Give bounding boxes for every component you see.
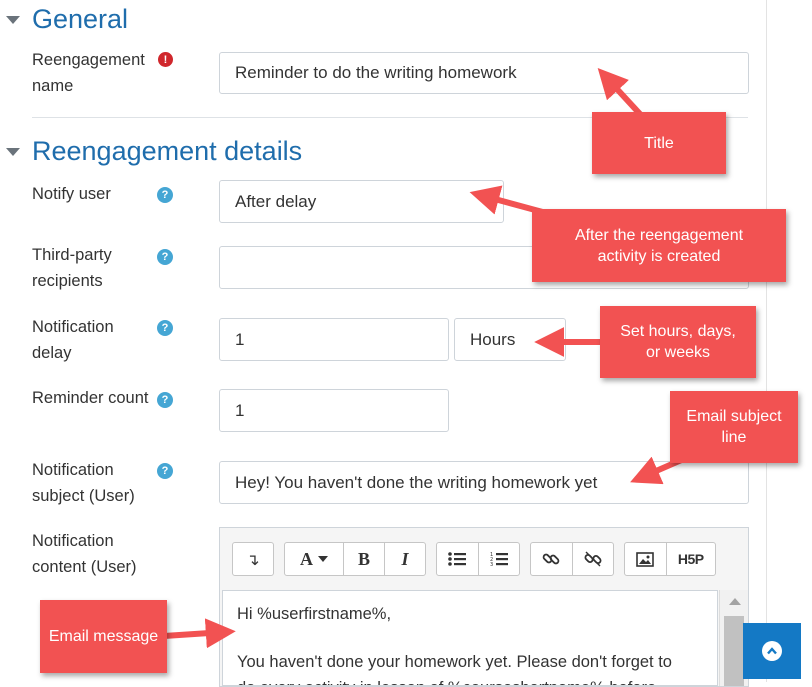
font-style-button[interactable]: A — [285, 543, 344, 575]
collapse-triangle-icon[interactable] — [6, 147, 20, 156]
ordered-list-button[interactable]: 1 2 3 — [479, 543, 520, 575]
editor-line-body-2: do every activity in lesson of %coursesh… — [237, 675, 703, 685]
delay-value-input[interactable]: 1 — [219, 318, 449, 361]
label-notification-delay: Notification delay — [32, 318, 114, 362]
question-icon[interactable]: ? — [157, 320, 173, 336]
label-reengagement-name: Reengagement name — [32, 51, 145, 95]
bold-button[interactable]: B — [344, 543, 385, 575]
image-icon — [636, 551, 655, 567]
reminder-count-input[interactable]: 1 — [219, 389, 449, 432]
notify-user-select[interactable]: After delay — [219, 180, 504, 223]
question-icon[interactable]: ? — [157, 392, 173, 408]
unordered-list-button[interactable] — [437, 543, 479, 575]
notification-content-editor: ↴ A B I 1 2 3 H5P Hi %userfirstname%, Yo… — [219, 527, 749, 687]
toolbar-group-style: A B I — [284, 542, 426, 576]
italic-button[interactable]: I — [385, 543, 425, 575]
chevron-up-icon — [762, 641, 782, 661]
toolbar-group-collapse: ↴ — [232, 542, 274, 576]
back-to-top-button[interactable] — [743, 623, 801, 679]
collapse-toolbar-icon[interactable]: ↴ — [233, 543, 273, 575]
section-title-general: General — [32, 4, 129, 34]
callout-email-subject: Email subject line — [670, 391, 798, 463]
font-style-icon: A — [300, 548, 313, 569]
label-third-party-recipients: Third-party recipients — [32, 246, 112, 290]
insert-image-button[interactable] — [625, 543, 667, 575]
unlink-icon — [584, 551, 602, 567]
editor-line-body: You haven't done your homework yet. Plea… — [237, 653, 672, 671]
question-icon[interactable]: ? — [157, 249, 173, 265]
callout-set-hours: Set hours, days, or weeks — [600, 306, 756, 378]
section-general-header[interactable]: General — [6, 4, 128, 35]
label-notify-user: Notify user — [32, 185, 111, 203]
unordered-list-icon — [448, 552, 467, 566]
h5p-button[interactable]: H5P — [667, 543, 715, 575]
toolbar-group-lists: 1 2 3 — [436, 542, 520, 576]
link-icon — [542, 553, 560, 565]
svg-text:3: 3 — [490, 562, 493, 567]
scroll-up-arrow-icon[interactable] — [729, 598, 741, 605]
reengagement-name-input[interactable]: Reminder to do the writing homework — [219, 52, 749, 94]
toolbar-group-media: H5P — [624, 542, 716, 576]
unlink-button[interactable] — [573, 543, 614, 575]
collapse-triangle-icon[interactable] — [6, 15, 20, 24]
delay-unit-select[interactable]: Hours — [454, 318, 566, 361]
editor-line-greeting: Hi %userfirstname%, — [237, 605, 392, 623]
chevron-down-icon — [318, 556, 328, 562]
question-icon[interactable]: ? — [157, 463, 173, 479]
label-notification-subject: Notification subject (User) — [32, 461, 135, 505]
label-notification-content: Notification content (User) — [32, 532, 137, 576]
editor-content-area[interactable]: Hi %userfirstname%, You haven't done you… — [222, 590, 718, 686]
question-icon[interactable]: ? — [157, 187, 173, 203]
callout-after-delay: After the reengagement activity is creat… — [532, 209, 786, 282]
scrollbar-thumb[interactable] — [724, 616, 744, 686]
link-button[interactable] — [531, 543, 573, 575]
section-title-details: Reengagement details — [32, 136, 303, 166]
callout-email-message: Email message — [40, 600, 167, 673]
label-reminder-count: Reminder count — [32, 389, 149, 407]
toolbar-group-links — [530, 542, 614, 576]
callout-title: Title — [592, 112, 726, 174]
notification-subject-input[interactable]: Hey! You haven't done the writing homewo… — [219, 461, 749, 504]
ordered-list-icon: 1 2 3 — [490, 552, 508, 567]
section-details-header[interactable]: Reengagement details — [6, 136, 302, 167]
email-message-arrow — [163, 618, 236, 649]
exclamation-icon: ! — [158, 52, 173, 67]
page-right-border — [766, 0, 767, 682]
